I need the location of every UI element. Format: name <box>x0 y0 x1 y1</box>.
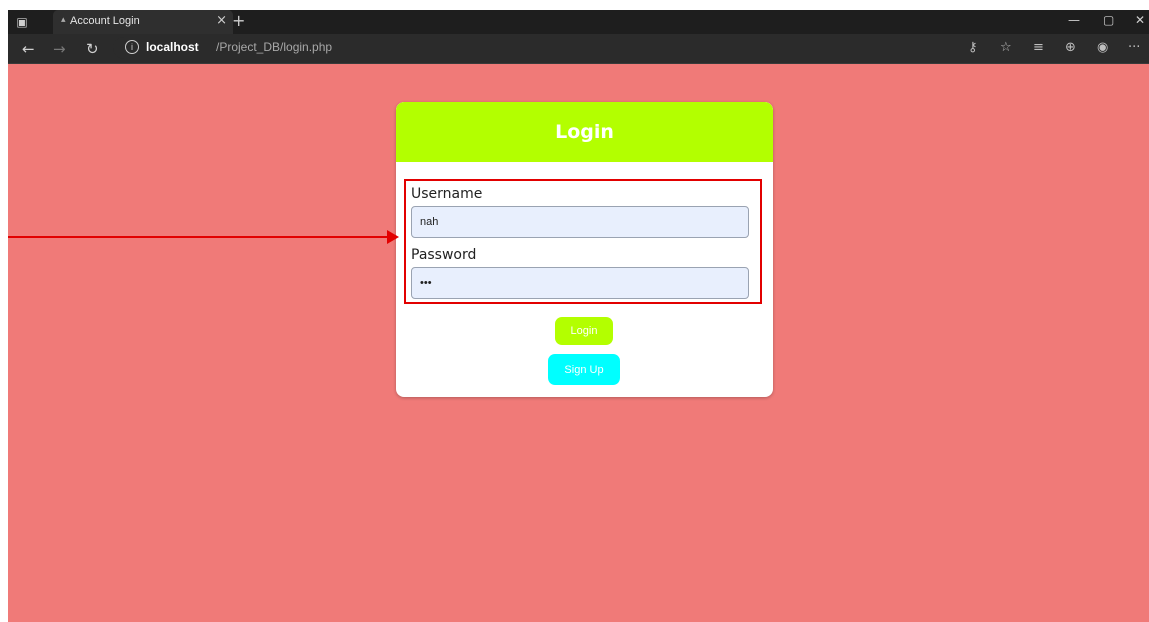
annotation-arrow-line <box>8 236 388 238</box>
back-icon[interactable]: ← <box>22 40 35 58</box>
refresh-icon[interactable]: ↻ <box>86 40 99 58</box>
favorites-icon[interactable]: ≡ <box>1033 40 1044 55</box>
signup-button[interactable]: Sign Up <box>548 354 620 385</box>
key-icon[interactable]: ⚷ <box>968 40 978 55</box>
login-header: Login <box>396 102 773 162</box>
login-title: Login <box>555 121 614 143</box>
close-window-icon[interactable]: ✕ <box>1135 13 1145 27</box>
forward-icon[interactable]: → <box>53 40 66 58</box>
tab-account-login[interactable]: ▴ Account Login × <box>53 10 233 34</box>
profile-icon[interactable]: ◉ <box>1097 40 1108 55</box>
minimize-icon[interactable]: — <box>1068 13 1080 27</box>
collections-icon[interactable]: ⊕ <box>1065 40 1076 55</box>
tab-title: Account Login <box>70 15 140 27</box>
annotation-arrow-head <box>387 230 399 244</box>
url-field[interactable]: i localhost /Project_DB/login.php <box>113 37 1149 59</box>
login-button[interactable]: Login <box>555 317 613 345</box>
address-bar: ← → ↻ i localhost /Project_DB/login.php … <box>8 34 1149 64</box>
more-icon[interactable]: ··· <box>1128 40 1140 55</box>
url-host: localhost <box>146 40 199 54</box>
maximize-icon[interactable]: ▢ <box>1103 13 1114 27</box>
annotation-highlight-box <box>404 179 762 304</box>
add-favorite-icon[interactable]: ☆ <box>1000 40 1012 55</box>
url-path: /Project_DB/login.php <box>216 40 333 54</box>
tab-bar: ▣ ▴ Account Login × + — ▢ ✕ <box>8 10 1149 34</box>
browser-window: ▣ ▴ Account Login × + — ▢ ✕ ← → ↻ i loca… <box>8 10 1149 622</box>
new-tab-icon[interactable]: + <box>232 11 245 30</box>
site-info-icon[interactable]: i <box>125 40 139 54</box>
tab-close-icon[interactable]: × <box>216 13 227 28</box>
tab-actions-icon[interactable]: ▣ <box>14 10 30 34</box>
